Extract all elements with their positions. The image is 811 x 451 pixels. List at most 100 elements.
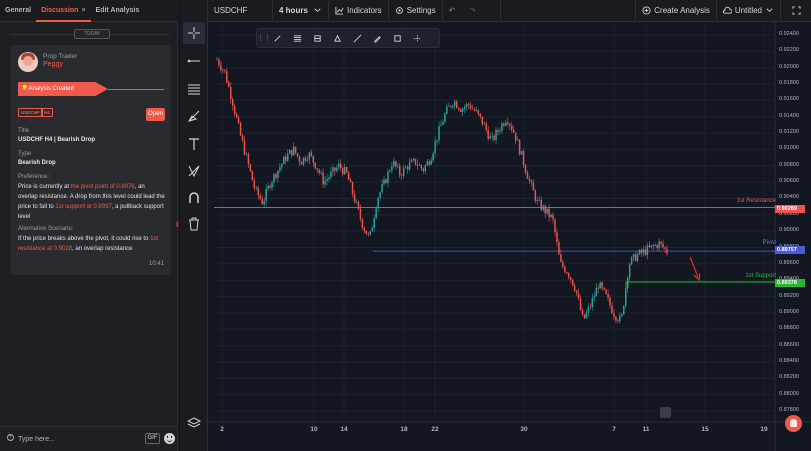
emoji-icon[interactable] xyxy=(164,433,175,444)
candle-body xyxy=(617,320,619,322)
candle-body xyxy=(469,104,472,109)
gear-icon xyxy=(395,7,403,14)
pen-icon[interactable] xyxy=(267,29,287,47)
drag-handle-icon[interactable]: ⋮⋮ xyxy=(257,34,271,42)
candle-body xyxy=(575,290,578,294)
price-tick-label: 0.88400 xyxy=(779,357,799,364)
create-analysis-button[interactable]: Create Analysis xyxy=(635,0,717,22)
rectangle-icon[interactable] xyxy=(387,29,407,47)
tab-edit-analysis[interactable]: Edit Analysis xyxy=(91,0,145,22)
marker-icon[interactable] xyxy=(327,29,347,47)
candle-body xyxy=(414,158,417,165)
text-icon[interactable] xyxy=(183,133,205,155)
date-tick-label: 19 xyxy=(760,426,768,433)
candle-body xyxy=(375,208,377,219)
avatar xyxy=(18,52,38,72)
indicators-button[interactable]: Indicators xyxy=(329,0,389,22)
alternative-label: Alternative Scenario: xyxy=(18,226,74,232)
indicators-icon xyxy=(335,6,344,15)
layout-select[interactable]: Untitled xyxy=(717,0,781,22)
price-tick-label: 0.89200 xyxy=(779,292,799,299)
open-button[interactable]: Open xyxy=(146,108,165,121)
sender-name[interactable]: Peggy xyxy=(43,61,63,68)
candle-body xyxy=(459,109,462,112)
chevron-down-icon xyxy=(766,8,773,13)
candle-body xyxy=(485,123,487,130)
candle-body xyxy=(326,179,328,181)
candle-body xyxy=(503,123,505,126)
tab-general[interactable]: General xyxy=(0,0,36,22)
date-tick-label: 30 xyxy=(520,426,528,433)
candle-body xyxy=(373,218,375,228)
tab-general-label: General xyxy=(5,6,32,14)
more-icon[interactable] xyxy=(407,29,427,47)
candle-body xyxy=(249,164,252,172)
tab-edit-analysis-label: Edit Analysis xyxy=(95,6,140,14)
interval-select[interactable]: 4 hours xyxy=(273,0,329,22)
horizontal-line-icon[interactable] xyxy=(183,50,205,72)
candle-body xyxy=(530,180,533,183)
candle-body xyxy=(222,69,224,71)
candle-body xyxy=(347,172,350,181)
candle-body xyxy=(247,154,250,165)
type-value: Bearish Drop xyxy=(18,160,56,166)
redo-icon[interactable]: ↷ xyxy=(469,0,476,22)
price-chart[interactable]: ⋮⋮ 0.92400 0.92200 0.92000 0.91800 0.91600 0.… xyxy=(208,22,811,451)
brush-icon[interactable] xyxy=(183,105,205,127)
attach-icon[interactable]: + xyxy=(7,434,14,441)
candle-body xyxy=(235,113,238,118)
candle-body xyxy=(457,107,460,110)
line-icon[interactable] xyxy=(347,29,367,47)
align-icon[interactable] xyxy=(287,29,307,47)
candle-body xyxy=(534,190,537,201)
notification-icon[interactable] xyxy=(785,415,802,432)
candle-body xyxy=(334,167,336,171)
price-tick-label: 0.88200 xyxy=(779,374,799,381)
bulb-icon[interactable] xyxy=(660,407,671,418)
candle-body xyxy=(475,110,478,111)
undo-icon[interactable]: ↶ xyxy=(449,0,456,22)
close-icon[interactable]: × xyxy=(81,7,85,14)
candle-body xyxy=(296,153,299,157)
gif-button[interactable]: GIF xyxy=(145,433,160,444)
fill-icon[interactable] xyxy=(307,29,327,47)
candle-body xyxy=(318,169,320,173)
candle-body xyxy=(342,168,344,175)
message-time: 10:41 xyxy=(148,261,164,267)
candle-body xyxy=(383,179,385,185)
candle-body xyxy=(275,174,277,179)
preference-text: Price is currently at the pivot point of… xyxy=(18,184,165,220)
date-tick-label: 18 xyxy=(400,426,408,433)
price-tick-label: 0.88600 xyxy=(779,341,799,348)
candle-body xyxy=(300,162,303,165)
pattern-icon[interactable] xyxy=(183,160,205,182)
candle-body xyxy=(628,264,631,278)
crosshair-icon[interactable] xyxy=(183,22,205,44)
candle-body xyxy=(377,197,379,209)
candle-body xyxy=(367,234,370,235)
symbol-search[interactable]: USDCHF xyxy=(208,0,273,22)
tab-discussion[interactable]: Discussion × xyxy=(36,0,91,22)
chart-canvas[interactable] xyxy=(208,22,811,451)
message-input[interactable] xyxy=(18,433,138,445)
candle-body xyxy=(428,161,430,165)
fullscreen-button[interactable] xyxy=(781,0,811,22)
candle-body xyxy=(285,156,287,161)
layers-icon[interactable] xyxy=(183,412,205,434)
candle-body xyxy=(294,146,297,154)
trash-icon[interactable] xyxy=(183,213,205,235)
candle-body xyxy=(381,184,383,193)
candle-body xyxy=(516,139,519,141)
pencil-icon[interactable] xyxy=(367,29,387,47)
candle-body xyxy=(528,178,531,181)
settings-button[interactable]: Settings xyxy=(389,0,443,22)
magnet-icon[interactable] xyxy=(183,187,205,209)
candle-body xyxy=(566,272,568,274)
candle-body xyxy=(477,110,480,114)
prediction-arrow xyxy=(689,256,699,278)
candle-body xyxy=(546,208,548,214)
candle-body xyxy=(393,161,395,167)
candle-body xyxy=(501,123,503,132)
candle-body xyxy=(481,116,484,125)
fib-tool-icon[interactable] xyxy=(183,78,205,100)
